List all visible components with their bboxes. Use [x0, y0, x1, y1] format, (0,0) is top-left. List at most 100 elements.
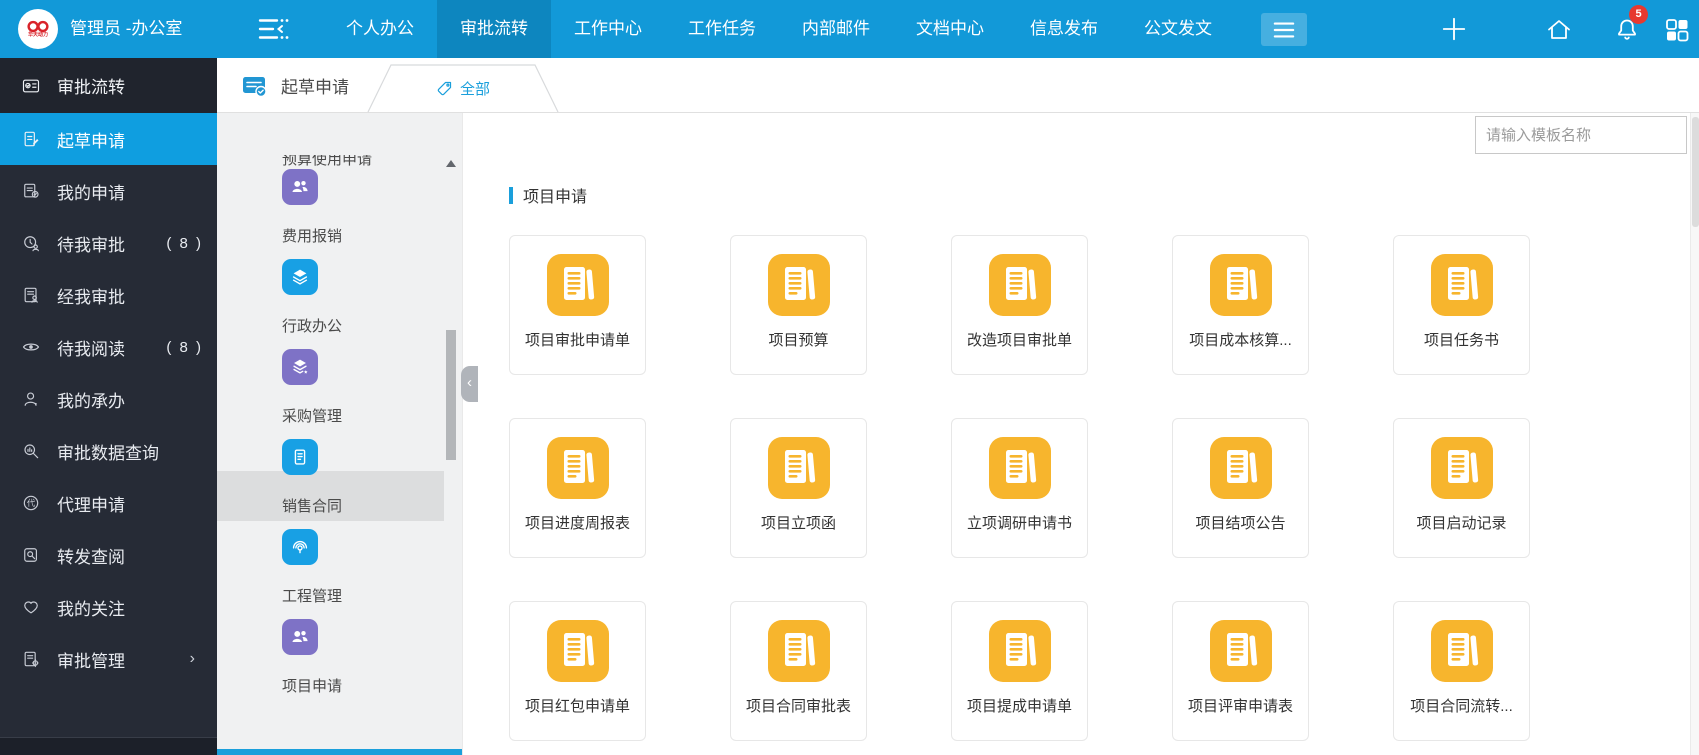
template-search — [1475, 116, 1687, 154]
fingerprint-icon — [282, 529, 318, 565]
stack-star-icon — [282, 349, 318, 385]
template-card[interactable]: 项目任务书 — [1393, 235, 1530, 375]
template-card[interactable]: 项目红包申请单 — [509, 601, 646, 741]
app-logo[interactable]: 华天动力 — [18, 9, 58, 49]
category-item-project-application[interactable]: 项目申请 — [282, 619, 462, 709]
document-template-icon — [1209, 620, 1272, 682]
main-nav: 个人办公 审批流转 工作中心 工作任务 内部邮件 文档中心 信息发布 公文发文 — [323, 0, 1235, 58]
tag-icon — [436, 80, 453, 97]
data-search-icon — [21, 441, 41, 461]
nav-info-publish[interactable]: 信息发布 — [1007, 0, 1121, 58]
template-card[interactable]: 项目立项函 — [730, 418, 867, 558]
template-card[interactable]: 项目结项公告 — [1172, 418, 1309, 558]
apps-grid-icon[interactable] — [1663, 16, 1691, 44]
sidebar-item-my-follows[interactable]: 我的关注 — [0, 581, 217, 633]
nav-work-center[interactable]: 工作中心 — [551, 0, 665, 58]
template-card[interactable]: 立项调研申请书 — [951, 418, 1088, 558]
approved-document-icon — [21, 285, 41, 305]
sidebar-item-approved-by-me[interactable]: 经我审批 — [0, 269, 217, 321]
tab-all[interactable]: 全部 — [367, 64, 559, 113]
more-nav-icon[interactable] — [1261, 13, 1307, 46]
page-title: 起草申请 — [241, 58, 349, 113]
nav-work-tasks[interactable]: 工作任务 — [665, 0, 779, 58]
document-template-icon — [988, 437, 1051, 499]
sidebar-item-my-undertakings[interactable]: 我的承办 — [0, 373, 217, 425]
nav-personal-office[interactable]: 个人办公 — [323, 0, 437, 58]
section-accent-bar — [509, 186, 513, 204]
people-icon — [282, 169, 318, 205]
template-card[interactable]: 项目启动记录 — [1393, 418, 1530, 558]
document-template-icon — [988, 620, 1051, 682]
eye-icon — [21, 337, 41, 357]
home-icon[interactable] — [1545, 16, 1573, 44]
scroll-up-arrow-icon[interactable] — [446, 160, 456, 167]
panel-collapse-handle[interactable]: ‹ — [461, 366, 478, 402]
template-card[interactable]: 项目合同流转... — [1393, 601, 1530, 741]
template-search-input[interactable] — [1475, 116, 1687, 154]
template-card[interactable]: 项目成本核算... — [1172, 235, 1309, 375]
document-template-icon — [767, 254, 830, 316]
sidebar: 审批流转 起草申请 我的申请 待我审批 ( 8 ) 经我审批 待我阅读 ( 8 … — [0, 58, 217, 755]
category-item-engineering[interactable]: 工程管理 — [282, 529, 462, 619]
my-document-icon — [21, 181, 41, 201]
document-template-icon — [1430, 620, 1493, 682]
template-card[interactable]: 项目进度周报表 — [509, 418, 646, 558]
sidebar-item-to-read[interactable]: 待我阅读 ( 8 ) — [0, 321, 217, 373]
template-card[interactable]: 项目审批申请单 — [509, 235, 646, 375]
document-template-icon — [1209, 254, 1272, 316]
document-icon — [282, 439, 318, 475]
sidebar-bottom-strip — [0, 737, 217, 755]
sidebar-item-forward-review[interactable]: 转发查阅 — [0, 529, 217, 581]
category-item-sales-contract[interactable]: 销售合同 — [282, 439, 462, 529]
clipboard-check-icon — [241, 73, 269, 99]
document-template-icon — [1430, 437, 1493, 499]
category-item-expense-reimbursement[interactable]: 费用报销 — [282, 169, 462, 259]
template-card[interactable]: 项目合同审批表 — [730, 601, 867, 741]
sidebar-module-title: 审批流转 — [0, 58, 217, 113]
sidebar-item-approval-management[interactable]: 审批管理 › — [0, 633, 217, 685]
template-cards-grid: 项目审批申请单 项目预算 改造项目审批单 项目成本核算... 项目任务书 项目进… — [509, 235, 1530, 741]
person-icon — [21, 389, 41, 409]
new-item-icon[interactable] — [1441, 16, 1469, 44]
category-item-admin-office[interactable]: 行政办公 — [282, 259, 462, 349]
template-card[interactable]: 项目评审申请表 — [1172, 601, 1309, 741]
document-template-icon — [767, 437, 830, 499]
category-item-partial[interactable]: 预算使用申请 — [282, 155, 392, 169]
template-category-panel: 预算使用申请 费用报销 行政办公 采购管理 销售合同 工程管理 项目申请 — [217, 113, 462, 755]
category-panel-bottom-bar — [217, 749, 462, 755]
template-card[interactable]: 项目预算 — [730, 235, 867, 375]
sidebar-item-draft-application[interactable]: 起草申请 — [0, 113, 217, 165]
category-scrollbar[interactable] — [446, 158, 456, 755]
nav-approval-flow[interactable]: 审批流转 — [437, 0, 551, 58]
current-user-label[interactable]: 管理员 -办公室 — [70, 0, 182, 58]
document-gear-icon — [21, 649, 41, 669]
approval-flow-icon — [21, 76, 41, 96]
forward-review-icon — [21, 545, 41, 565]
document-template-icon — [767, 620, 830, 682]
to-read-count: ( 8 ) — [166, 338, 203, 356]
category-scrollbar-thumb[interactable] — [446, 330, 456, 460]
template-card[interactable]: 项目提成申请单 — [951, 601, 1088, 741]
nav-document-center[interactable]: 文档中心 — [893, 0, 1007, 58]
template-card[interactable]: 改造项目审批单 — [951, 235, 1088, 375]
layers-icon — [282, 259, 318, 295]
heart-icon — [21, 597, 41, 617]
category-item-procurement[interactable]: 采购管理 — [282, 349, 462, 439]
main-scrollbar[interactable] — [1690, 113, 1699, 755]
nav-internal-mail[interactable]: 内部邮件 — [779, 0, 893, 58]
section-header: 项目申请 — [509, 183, 587, 207]
chevron-right-icon: › — [189, 650, 195, 667]
sidebar-item-approval-data-query[interactable]: 审批数据查询 — [0, 425, 217, 477]
menu-collapse-icon[interactable] — [258, 17, 292, 41]
sidebar-item-proxy-application[interactable]: 代理申请 — [0, 477, 217, 529]
document-template-icon — [1209, 437, 1272, 499]
notification-count-badge: 5 — [1629, 5, 1648, 24]
nav-official-docs[interactable]: 公文发文 — [1121, 0, 1235, 58]
logo-text: 华天动力 — [27, 32, 48, 38]
tabbar: 起草申请 全部 — [217, 58, 1699, 113]
sidebar-item-my-applications[interactable]: 我的申请 — [0, 165, 217, 217]
sidebar-item-pending-my-approval[interactable]: 待我审批 ( 8 ) — [0, 217, 217, 269]
main-scrollbar-thumb[interactable] — [1692, 117, 1699, 227]
document-template-icon — [1430, 254, 1493, 316]
proxy-icon — [21, 493, 41, 513]
